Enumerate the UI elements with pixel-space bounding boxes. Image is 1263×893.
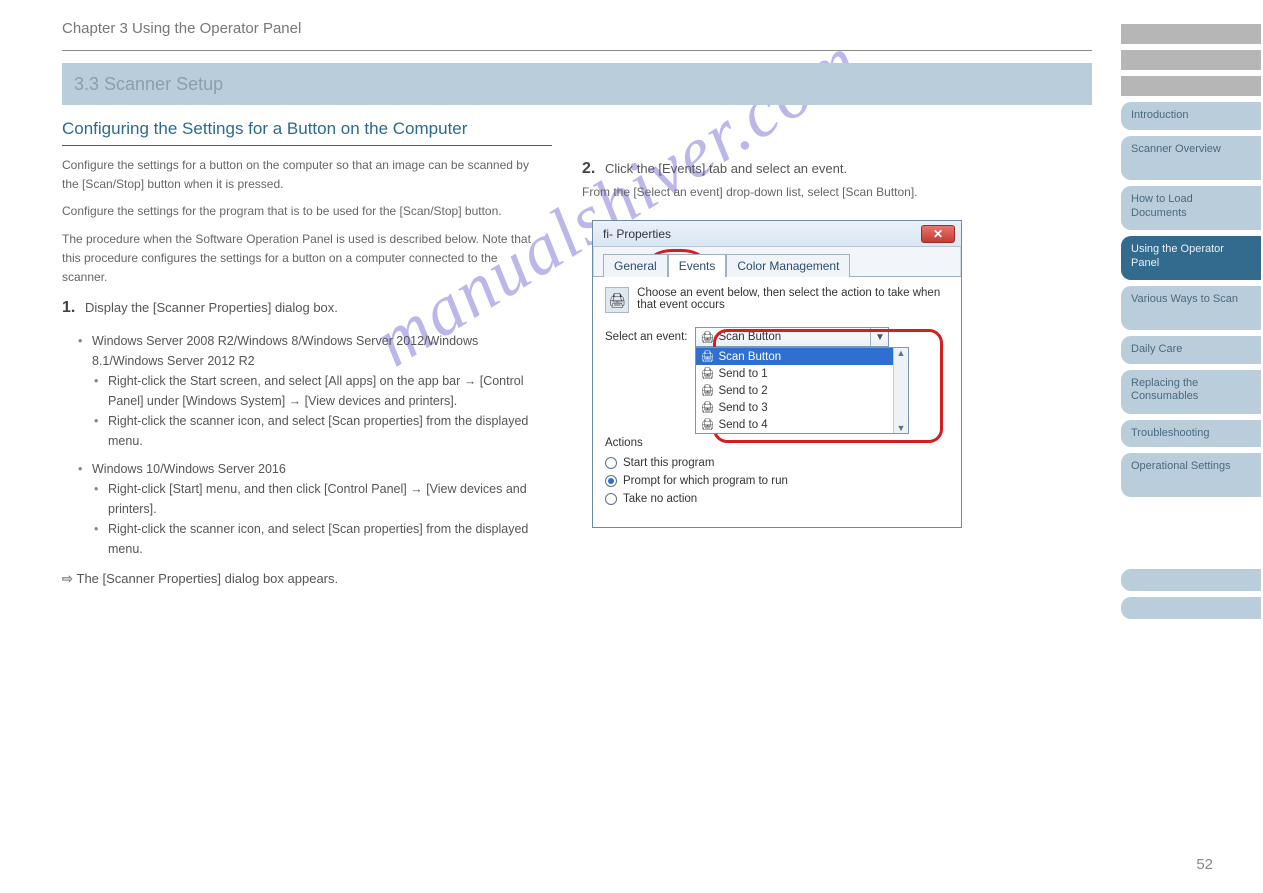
nav-glossary[interactable]: Glossary — [1121, 597, 1261, 619]
scanner-icon: 🖨 — [605, 287, 629, 313]
select-event-combo-wrap: 🖨 Scan Button ▼ 🖨 Scan Button � — [695, 327, 889, 347]
radio-no-action[interactable]: Take no action — [605, 493, 949, 505]
side-navigation: TOP Contents Index Introduction Scanner … — [1121, 24, 1261, 619]
nav-spacer — [1121, 503, 1261, 563]
chevron-down-icon: ▼ — [870, 328, 888, 346]
step-1-text: Display the [Scanner Properties] dialog … — [85, 300, 338, 315]
nav-troubleshooting[interactable]: Troubleshooting — [1121, 420, 1261, 448]
intro-note-3: The procedure when the Software Operatio… — [62, 230, 542, 288]
page-number: 52 — [1196, 856, 1213, 873]
left-column: Configure the settings for a button on t… — [62, 156, 542, 598]
step-1-result: The [Scanner Properties] dialog box appe… — [62, 569, 542, 590]
step-2-text: Click the [Events] tab and select an eve… — [605, 161, 847, 176]
intro-note-2: Configure the settings for the program t… — [62, 202, 542, 221]
chapter-title: Chapter 3 Using the Operator Panel — [62, 20, 301, 37]
nav-daily-care[interactable]: Daily Care — [1121, 336, 1261, 364]
scanner-mini-icon: 🖨 — [700, 367, 714, 380]
select-event-combobox[interactable]: 🖨 Scan Button ▼ — [695, 327, 889, 347]
dialog-title-text: fi- Properties — [603, 227, 671, 241]
win8-line-1: Right-click the Start screen, and select… — [94, 371, 542, 411]
radio-label: Prompt for which program to run — [623, 475, 788, 487]
combo-item-sendto4[interactable]: 🖨 Send to 4 — [696, 416, 908, 433]
win10-block: Windows 10/Windows Server 2016 Right-cli… — [62, 459, 542, 559]
nav-consumables[interactable]: Replacing the Consumables — [1121, 370, 1261, 414]
step-2-sub: From the [Select an event] drop-down lis… — [582, 185, 918, 199]
close-button[interactable]: ✕ — [921, 225, 955, 243]
tab-color-management[interactable]: Color Management — [726, 254, 850, 277]
nav-various-scan[interactable]: Various Ways to Scan — [1121, 286, 1261, 330]
scanner-mini-icon: 🖨 — [700, 418, 714, 431]
step-1-number: 1. — [62, 299, 75, 316]
scanner-properties-dialog: fi- Properties ✕ General Events Color Ma… — [592, 220, 962, 528]
radio-prompt[interactable]: Prompt for which program to run — [605, 475, 949, 487]
combo-item-sendto3[interactable]: 🖨 Send to 3 — [696, 399, 908, 416]
win10-line-1: Right-click [Start] menu, and then click… — [94, 479, 542, 519]
dropdown-scrollbar[interactable] — [893, 348, 908, 433]
chapter-header: Chapter 3 Using the Operator Panel — [62, 20, 1092, 51]
tab-general[interactable]: General — [603, 254, 668, 277]
select-event-label: Select an event: — [605, 331, 687, 343]
nav-operational-settings[interactable]: Operational Settings — [1121, 453, 1261, 497]
combo-item-scan-button[interactable]: 🖨 Scan Button — [696, 348, 908, 365]
radio-label: Start this program — [623, 457, 714, 469]
scanner-mini-icon: 🖨 — [700, 401, 714, 414]
subsection-heading: Configuring the Settings for a Button on… — [62, 119, 552, 146]
actions-label: Actions — [605, 437, 949, 449]
section-bar: 3.3 Scanner Setup — [62, 63, 1092, 105]
dialog-titlebar: fi- Properties ✕ — [593, 221, 961, 247]
win10-header: Windows 10/Windows Server 2016 — [78, 459, 542, 479]
radio-icon — [605, 457, 617, 469]
combo-item-label: Scan Button — [718, 351, 781, 363]
combo-item-label: Send to 2 — [718, 385, 767, 397]
combo-item-label: Send to 3 — [718, 402, 767, 414]
page-content: Chapter 3 Using the Operator Panel 3.3 S… — [62, 20, 1092, 598]
nav-appendix[interactable]: Appendix — [1121, 569, 1261, 591]
radio-icon — [605, 493, 617, 505]
nav-introduction[interactable]: Introduction — [1121, 102, 1261, 130]
dialog-tabs: General Events Color Management — [593, 247, 961, 276]
scanner-mini-icon: 🖨 — [700, 350, 714, 363]
scanner-mini-icon: 🖨 — [700, 331, 714, 344]
close-icon: ✕ — [933, 227, 943, 241]
combo-item-label: Send to 1 — [718, 368, 767, 380]
step-1: 1. Display the [Scanner Properties] dial… — [62, 295, 542, 321]
nav-scanner-overview[interactable]: Scanner Overview — [1121, 136, 1261, 180]
tab-events[interactable]: Events — [668, 254, 727, 277]
nav-contents[interactable]: Contents — [1121, 50, 1261, 70]
win8-header: Windows Server 2008 R2/Windows 8/Windows… — [78, 331, 542, 371]
radio-label: Take no action — [623, 493, 697, 505]
win8-line-2: Right-click the scanner icon, and select… — [94, 411, 542, 451]
dialog-body: 🖨 Choose an event below, then select the… — [593, 276, 961, 527]
combo-item-sendto1[interactable]: 🖨 Send to 1 — [696, 365, 908, 382]
right-column: 2. Click the [Events] tab and select an … — [582, 156, 982, 598]
nav-operator-panel[interactable]: Using the Operator Panel — [1121, 236, 1261, 280]
nav-top[interactable]: TOP — [1121, 24, 1261, 44]
step-2: 2. Click the [Events] tab and select an … — [582, 156, 982, 202]
select-event-dropdown: 🖨 Scan Button 🖨 Send to 1 🖨 Send to 2 — [695, 347, 909, 434]
radio-start-program[interactable]: Start this program — [605, 457, 949, 469]
radio-icon — [605, 475, 617, 487]
nav-index[interactable]: Index — [1121, 76, 1261, 96]
intro-note-1: Configure the settings for a button on t… — [62, 156, 542, 194]
dialog-intro-text: Choose an event below, then select the a… — [637, 287, 949, 311]
win8-block: Windows Server 2008 R2/Windows 8/Windows… — [62, 331, 542, 451]
combo-item-sendto2[interactable]: 🖨 Send to 2 — [696, 382, 908, 399]
nav-load-documents[interactable]: How to Load Documents — [1121, 186, 1261, 230]
win10-line-2: Right-click the scanner icon, and select… — [94, 519, 542, 559]
scanner-mini-icon: 🖨 — [700, 384, 714, 397]
combo-selected-value: Scan Button — [718, 331, 781, 343]
combo-item-label: Send to 4 — [718, 419, 767, 431]
step-2-number: 2. — [582, 160, 595, 177]
